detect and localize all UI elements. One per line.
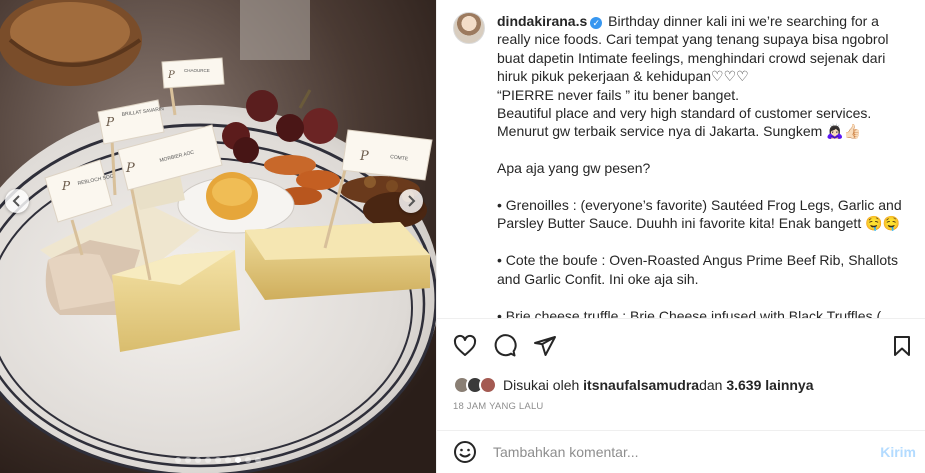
comment-input[interactable] (493, 444, 881, 460)
verified-badge-icon: ✓ (590, 17, 603, 29)
cheese-plate-photo: P REBLOCH SOC P BRILLAT SAVARIN P MORBIE… (0, 0, 436, 473)
post-comment-button[interactable]: Kirim (880, 444, 916, 460)
carousel-dot (205, 457, 211, 463)
author-avatar[interactable] (453, 12, 485, 44)
post-timestamp[interactable]: 18 JAM YANG LALU (453, 401, 544, 412)
likes-prefix: Disukai oleh (503, 377, 580, 393)
svg-text:P: P (105, 115, 115, 129)
carousel-dot (195, 457, 201, 463)
carousel-dot (175, 457, 181, 463)
post-sidebar: dindakirana.s ✓ Birthday dinner kali ini … (436, 0, 925, 473)
carousel-dot (215, 457, 221, 463)
send-icon[interactable] (533, 334, 557, 358)
comment-bar: Kirim (437, 430, 925, 473)
heart-icon[interactable] (453, 334, 477, 358)
liker-username[interactable]: itsnaufalsamudra (583, 377, 699, 393)
chevron-left-icon (12, 195, 20, 207)
carousel-dot (255, 457, 261, 463)
chevron-right-icon (408, 195, 416, 207)
carousel-dot (225, 457, 231, 463)
carousel-dot (245, 457, 251, 463)
carousel-dot (185, 457, 191, 463)
likes-summary[interactable]: Disukai oleh itsnaufalsamudra dan 3.639 … (453, 374, 814, 396)
svg-text:P: P (61, 179, 71, 193)
liker-avatars (453, 376, 497, 394)
caption-body: Birthday dinner kali ini we’re searching… (497, 13, 902, 318)
bookmark-icon[interactable] (890, 334, 914, 358)
svg-text:CHAOURCE: CHAOURCE (184, 68, 210, 73)
svg-text:P: P (359, 149, 369, 164)
caption-area[interactable]: dindakirana.s ✓ Birthday dinner kali ini … (437, 0, 925, 318)
caption-line: “PIERRE never fails ” itu bener banget. (497, 86, 740, 103)
comment-icon[interactable] (493, 333, 517, 358)
likes-count[interactable]: 3.639 lainnya (726, 377, 813, 393)
post-media[interactable]: P REBLOCH SOC P BRILLAT SAVARIN P MORBIE… (0, 0, 436, 473)
author-username[interactable]: dindakirana.s (497, 13, 587, 29)
svg-text:P: P (167, 70, 175, 81)
smiley-icon[interactable] (453, 440, 477, 464)
flag-chaource: P CHAOURCE (161, 57, 225, 89)
next-image-button[interactable] (399, 189, 423, 213)
caption-line: Menurut gw terbaik service nya di Jakart… (497, 123, 862, 140)
svg-text:P: P (125, 161, 135, 176)
caption-line: • Cote the boufe : Oven-Roasted Angus Pr… (497, 252, 899, 287)
carousel-dot (235, 457, 241, 463)
action-bar (437, 318, 925, 372)
likes-middle: dan (699, 377, 723, 393)
previous-image-button[interactable] (5, 189, 29, 213)
caption: dindakirana.s ✓ Birthday dinner kali ini … (497, 12, 909, 318)
caption-line: • Grenoilles : (everyone’s favorite) Sau… (497, 197, 902, 232)
instagram-post: P REBLOCH SOC P BRILLAT SAVARIN P MORBIE… (0, 0, 925, 473)
caption-line: Beautiful place and very high standard o… (497, 105, 872, 122)
caption-line: • Brie cheese truffle : Brie Cheese infu… (497, 307, 882, 319)
liker-avatar (479, 376, 497, 394)
carousel-indicator (0, 457, 436, 463)
caption-line: Apa aja yang gw pesen? (497, 160, 651, 177)
